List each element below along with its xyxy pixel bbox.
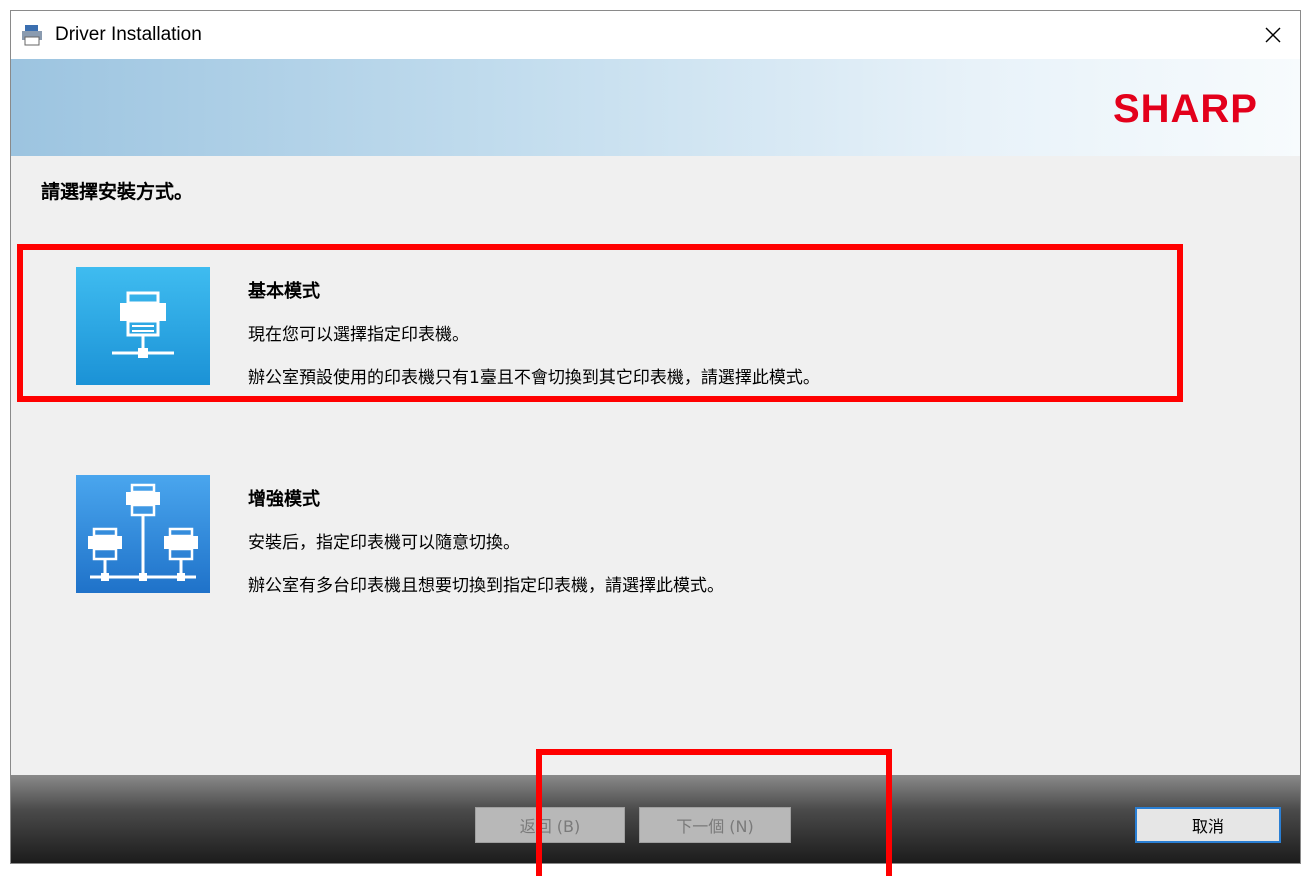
header-banner: SHARP <box>11 59 1300 156</box>
single-printer-icon <box>76 267 210 385</box>
window-title: Driver Installation <box>55 24 202 45</box>
title-bar: Driver Installation <box>11 11 1300 59</box>
close-icon <box>1265 27 1281 43</box>
back-button[interactable]: 返回 (B) <box>475 807 625 843</box>
button-bar: 返回 (B) 下一個 (N) 取消 <box>11 775 1300 863</box>
cancel-button[interactable]: 取消 <box>1135 807 1281 843</box>
option-title: 增強模式 <box>248 489 320 510</box>
option-enhanced-mode[interactable]: 增強模式 安裝后，指定印表機可以隨意切換。 辦公室有多台印表機且想要切換到指定印… <box>11 459 1191 599</box>
option-description: 安裝后，指定印表機可以隨意切換。 <box>248 533 520 553</box>
next-button[interactable]: 下一個 (N) <box>639 807 791 843</box>
option-basic-mode[interactable]: 基本模式 現在您可以選擇指定印表機。 辦公室預設使用的印表機只有1臺且不會切換到… <box>11 251 1191 391</box>
option-description: 現在您可以選擇指定印表機。 <box>248 325 469 345</box>
printer-app-icon <box>22 25 42 46</box>
close-button[interactable] <box>1246 11 1300 59</box>
option-detail: 辦公室有多台印表機且想要切換到指定印表機，請選擇此模式。 <box>248 576 724 596</box>
option-title: 基本模式 <box>248 281 320 302</box>
instruction-text: 請選擇安裝方式。 <box>41 181 194 203</box>
option-detail: 辦公室預設使用的印表機只有1臺且不會切換到其它印表機，請選擇此模式。 <box>248 368 820 388</box>
installer-window: Driver Installation SHARP 請選擇安裝方式。 基本模式 … <box>10 10 1301 864</box>
sharp-logo: SHARP <box>1112 87 1258 131</box>
multi-printer-network-icon <box>76 475 210 593</box>
